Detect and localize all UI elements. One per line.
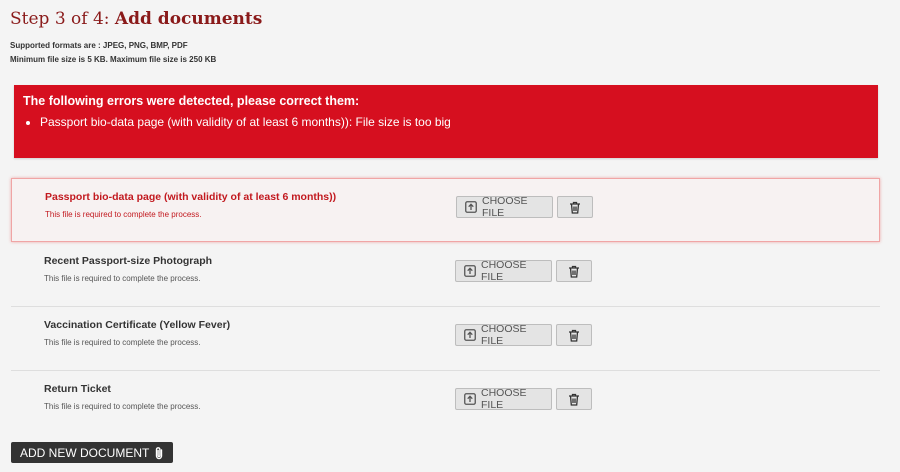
error-summary: The following errors were detected, plea… [14, 85, 878, 158]
step-title: Add documents [114, 9, 263, 29]
delete-button[interactable] [556, 260, 592, 282]
document-note: This file is required to complete the pr… [45, 210, 202, 219]
document-note: This file is required to complete the pr… [44, 402, 201, 411]
delete-button[interactable] [556, 324, 592, 346]
document-note: This file is required to complete the pr… [44, 338, 201, 347]
upload-icon [465, 201, 477, 213]
document-row-vaccination: Vaccination Certificate (Yellow Fever) T… [11, 307, 880, 371]
choose-file-button[interactable]: CHOOSE FILE [456, 195, 553, 219]
document-row-passport: Passport bio-data page (with validity of… [11, 178, 880, 242]
choose-file-label: CHOOSE FILE [481, 259, 527, 283]
file-requirements: Supported formats are : JPEG, PNG, BMP, … [10, 39, 216, 67]
document-name: Recent Passport-size Photograph [44, 255, 213, 267]
add-new-document-button[interactable]: ADD NEW DOCUMENT [11, 442, 174, 463]
choose-file-button[interactable]: CHOOSE FILE [455, 323, 552, 347]
document-row-photograph: Recent Passport-size Photograph This fil… [11, 243, 880, 307]
add-new-document-label: ADD NEW DOCUMENT [20, 445, 150, 460]
supported-formats-text: Supported formats are : JPEG, PNG, BMP, … [10, 41, 188, 50]
document-name: Vaccination Certificate (Yellow Fever) [44, 319, 231, 331]
trash-icon [569, 201, 581, 214]
choose-file-button[interactable]: CHOOSE FILE [455, 259, 552, 283]
trash-icon [568, 393, 580, 406]
trash-icon [568, 329, 580, 342]
upload-icon [464, 393, 476, 405]
upload-icon [464, 329, 476, 341]
error-item: Passport bio-data page (with validity of… [40, 115, 878, 129]
paperclip-icon [153, 446, 165, 460]
choose-file-label: CHOOSE FILE [481, 387, 527, 411]
document-name: Passport bio-data page (with validity of… [45, 191, 337, 203]
document-name: Return Ticket [44, 383, 111, 395]
choose-file-label: CHOOSE FILE [482, 195, 528, 219]
upload-icon [464, 265, 476, 277]
delete-button[interactable] [556, 388, 592, 410]
page-title: Step 3 of 4: Add documents [10, 9, 262, 29]
error-list: Passport bio-data page (with validity of… [23, 115, 878, 129]
document-note: This file is required to complete the pr… [44, 274, 201, 283]
choose-file-button[interactable]: CHOOSE FILE [455, 387, 552, 411]
error-heading: The following errors were detected, plea… [23, 94, 360, 108]
trash-icon [568, 265, 580, 278]
file-size-text: Minimum file size is 5 KB. Maximum file … [10, 55, 217, 64]
document-row-return-ticket: Return Ticket This file is required to c… [11, 371, 880, 435]
delete-button[interactable] [557, 196, 593, 218]
choose-file-label: CHOOSE FILE [481, 323, 527, 347]
step-indicator: Step 3 of 4: [10, 9, 115, 29]
